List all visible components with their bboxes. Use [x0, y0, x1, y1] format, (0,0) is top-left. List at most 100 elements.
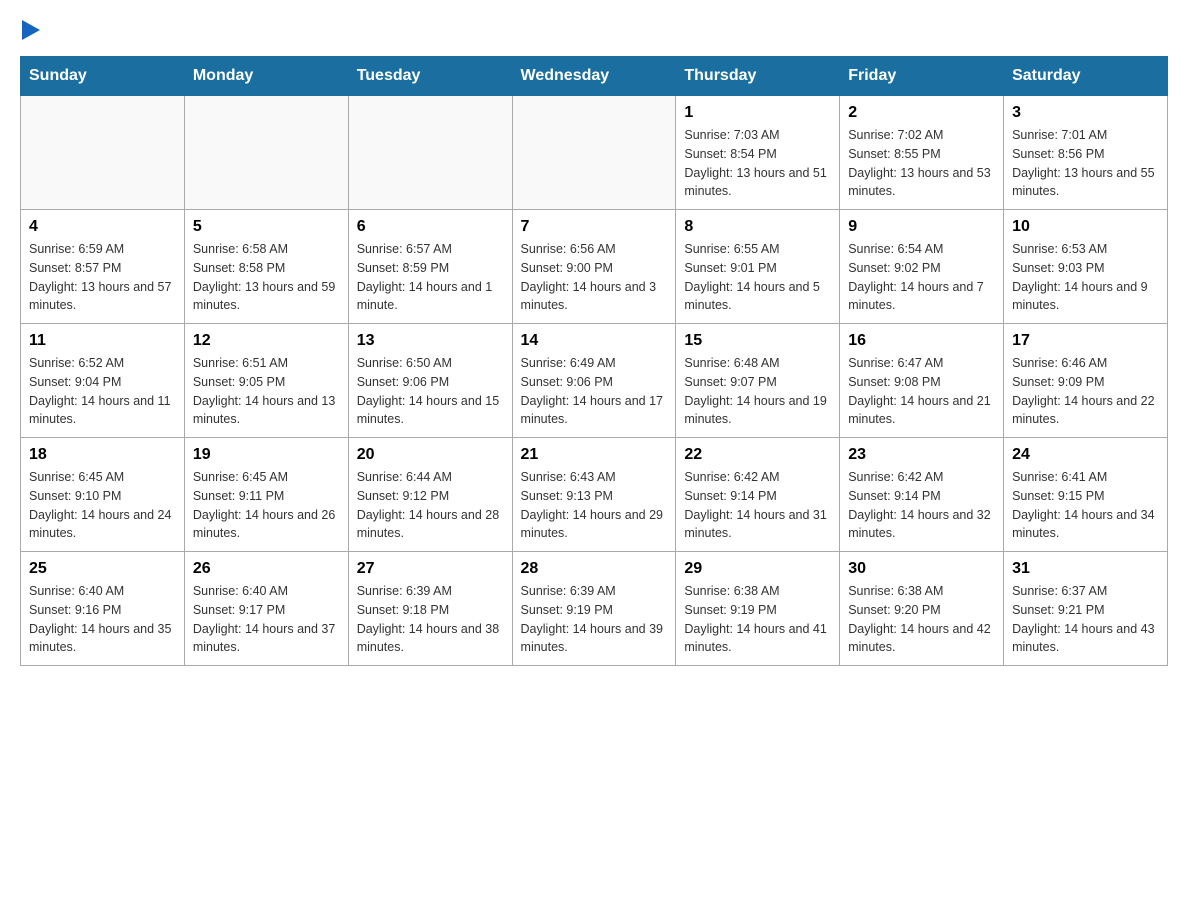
day-number: 9 — [848, 218, 995, 236]
calendar-day-cell: 3 Sunrise: 7:01 AM Sunset: 8:56 PM Daylig… — [1004, 96, 1168, 210]
day-number: 12 — [193, 332, 340, 350]
day-info: Sunrise: 6:48 AM Sunset: 9:07 PM Dayligh… — [684, 354, 831, 429]
day-number: 6 — [357, 218, 504, 236]
day-number: 22 — [684, 446, 831, 464]
day-number: 26 — [193, 560, 340, 578]
day-info: Sunrise: 6:38 AM Sunset: 9:20 PM Dayligh… — [848, 582, 995, 657]
calendar-day-cell: 30 Sunrise: 6:38 AM Sunset: 9:20 PM Dayli… — [840, 552, 1004, 666]
day-number: 3 — [1012, 104, 1159, 122]
calendar-week-row: 18 Sunrise: 6:45 AM Sunset: 9:10 PM Dayli… — [21, 438, 1168, 552]
calendar-day-cell: 29 Sunrise: 6:38 AM Sunset: 9:19 PM Dayli… — [676, 552, 840, 666]
day-info: Sunrise: 6:40 AM Sunset: 9:17 PM Dayligh… — [193, 582, 340, 657]
day-info: Sunrise: 7:01 AM Sunset: 8:56 PM Dayligh… — [1012, 126, 1159, 201]
day-info: Sunrise: 6:42 AM Sunset: 9:14 PM Dayligh… — [684, 468, 831, 543]
day-number: 4 — [29, 218, 176, 236]
calendar-week-row: 11 Sunrise: 6:52 AM Sunset: 9:04 PM Dayli… — [21, 324, 1168, 438]
weekday-header-saturday: Saturday — [1004, 57, 1168, 96]
day-info: Sunrise: 6:58 AM Sunset: 8:58 PM Dayligh… — [193, 240, 340, 315]
calendar-week-row: 1 Sunrise: 7:03 AM Sunset: 8:54 PM Daylig… — [21, 96, 1168, 210]
calendar-body: 1 Sunrise: 7:03 AM Sunset: 8:54 PM Daylig… — [21, 96, 1168, 666]
calendar-day-cell: 14Sunrise: 6:49 AM Sunset: 9:06 PM Dayli… — [512, 324, 676, 438]
calendar-day-cell: 7Sunrise: 6:56 AM Sunset: 9:00 PM Daylig… — [512, 210, 676, 324]
day-info: Sunrise: 6:45 AM Sunset: 9:10 PM Dayligh… — [29, 468, 176, 543]
day-number: 2 — [848, 104, 995, 122]
day-number: 27 — [357, 560, 504, 578]
day-info: Sunrise: 6:51 AM Sunset: 9:05 PM Dayligh… — [193, 354, 340, 429]
day-info: Sunrise: 6:43 AM Sunset: 9:13 PM Dayligh… — [521, 468, 668, 543]
day-number: 20 — [357, 446, 504, 464]
day-info: Sunrise: 6:45 AM Sunset: 9:11 PM Dayligh… — [193, 468, 340, 543]
day-number: 18 — [29, 446, 176, 464]
calendar-day-cell: 1 Sunrise: 7:03 AM Sunset: 8:54 PM Daylig… — [676, 96, 840, 210]
day-number: 15 — [684, 332, 831, 350]
calendar-day-cell: 19 Sunrise: 6:45 AM Sunset: 9:11 PM Dayli… — [184, 438, 348, 552]
calendar-day-cell: 17 Sunrise: 6:46 AM Sunset: 9:09 PM Dayli… — [1004, 324, 1168, 438]
calendar-day-cell: 20 Sunrise: 6:44 AM Sunset: 9:12 PM Dayli… — [348, 438, 512, 552]
calendar-day-cell: 9 Sunrise: 6:54 AM Sunset: 9:02 PM Daylig… — [840, 210, 1004, 324]
day-number: 29 — [684, 560, 831, 578]
day-number: 31 — [1012, 560, 1159, 578]
calendar-day-cell: 28Sunrise: 6:39 AM Sunset: 9:19 PM Dayli… — [512, 552, 676, 666]
calendar-day-cell — [348, 96, 512, 210]
day-number: 21 — [521, 446, 668, 464]
day-info: Sunrise: 6:39 AM Sunset: 9:18 PM Dayligh… — [357, 582, 504, 657]
calendar-day-cell: 22 Sunrise: 6:42 AM Sunset: 9:14 PM Dayli… — [676, 438, 840, 552]
day-number: 24 — [1012, 446, 1159, 464]
calendar-day-cell: 23 Sunrise: 6:42 AM Sunset: 9:14 PM Dayli… — [840, 438, 1004, 552]
day-info: Sunrise: 6:55 AM Sunset: 9:01 PM Dayligh… — [684, 240, 831, 315]
day-info: Sunrise: 6:42 AM Sunset: 9:14 PM Dayligh… — [848, 468, 995, 543]
calendar-day-cell: 6 Sunrise: 6:57 AM Sunset: 8:59 PM Daylig… — [348, 210, 512, 324]
day-number: 28 — [521, 560, 668, 578]
calendar-week-row: 25Sunrise: 6:40 AM Sunset: 9:16 PM Dayli… — [21, 552, 1168, 666]
calendar-day-cell: 15 Sunrise: 6:48 AM Sunset: 9:07 PM Dayli… — [676, 324, 840, 438]
day-number: 14 — [521, 332, 668, 350]
calendar-day-cell: 24 Sunrise: 6:41 AM Sunset: 9:15 PM Dayli… — [1004, 438, 1168, 552]
calendar-day-cell: 2 Sunrise: 7:02 AM Sunset: 8:55 PM Daylig… — [840, 96, 1004, 210]
day-info: Sunrise: 6:53 AM Sunset: 9:03 PM Dayligh… — [1012, 240, 1159, 315]
calendar-day-cell — [512, 96, 676, 210]
logo — [20, 20, 40, 36]
weekday-header-row: SundayMondayTuesdayWednesdayThursdayFrid… — [21, 57, 1168, 96]
day-info: Sunrise: 7:02 AM Sunset: 8:55 PM Dayligh… — [848, 126, 995, 201]
day-info: Sunrise: 6:46 AM Sunset: 9:09 PM Dayligh… — [1012, 354, 1159, 429]
day-info: Sunrise: 6:47 AM Sunset: 9:08 PM Dayligh… — [848, 354, 995, 429]
day-number: 30 — [848, 560, 995, 578]
day-info: Sunrise: 6:52 AM Sunset: 9:04 PM Dayligh… — [29, 354, 176, 429]
calendar-week-row: 4Sunrise: 6:59 AM Sunset: 8:57 PM Daylig… — [21, 210, 1168, 324]
calendar-day-cell: 13 Sunrise: 6:50 AM Sunset: 9:06 PM Dayli… — [348, 324, 512, 438]
weekday-header-thursday: Thursday — [676, 57, 840, 96]
logo-arrow-icon — [22, 20, 40, 40]
day-info: Sunrise: 6:56 AM Sunset: 9:00 PM Dayligh… — [521, 240, 668, 315]
day-number: 23 — [848, 446, 995, 464]
weekday-header-friday: Friday — [840, 57, 1004, 96]
day-info: Sunrise: 6:38 AM Sunset: 9:19 PM Dayligh… — [684, 582, 831, 657]
day-info: Sunrise: 6:54 AM Sunset: 9:02 PM Dayligh… — [848, 240, 995, 315]
day-number: 11 — [29, 332, 176, 350]
calendar-day-cell: 16 Sunrise: 6:47 AM Sunset: 9:08 PM Dayli… — [840, 324, 1004, 438]
day-info: Sunrise: 7:03 AM Sunset: 8:54 PM Dayligh… — [684, 126, 831, 201]
day-number: 8 — [684, 218, 831, 236]
day-info: Sunrise: 6:41 AM Sunset: 9:15 PM Dayligh… — [1012, 468, 1159, 543]
calendar-day-cell — [184, 96, 348, 210]
day-number: 16 — [848, 332, 995, 350]
weekday-header-sunday: Sunday — [21, 57, 185, 96]
weekday-header-monday: Monday — [184, 57, 348, 96]
calendar-day-cell — [21, 96, 185, 210]
calendar-day-cell: 21 Sunrise: 6:43 AM Sunset: 9:13 PM Dayli… — [512, 438, 676, 552]
day-info: Sunrise: 6:57 AM Sunset: 8:59 PM Dayligh… — [357, 240, 504, 315]
weekday-header-wednesday: Wednesday — [512, 57, 676, 96]
day-number: 5 — [193, 218, 340, 236]
calendar-day-cell: 31Sunrise: 6:37 AM Sunset: 9:21 PM Dayli… — [1004, 552, 1168, 666]
calendar-header: SundayMondayTuesdayWednesdayThursdayFrid… — [21, 57, 1168, 96]
day-number: 1 — [684, 104, 831, 122]
calendar-day-cell: 18 Sunrise: 6:45 AM Sunset: 9:10 PM Dayli… — [21, 438, 185, 552]
calendar-day-cell: 12 Sunrise: 6:51 AM Sunset: 9:05 PM Dayli… — [184, 324, 348, 438]
day-number: 17 — [1012, 332, 1159, 350]
calendar-day-cell: 8 Sunrise: 6:55 AM Sunset: 9:01 PM Daylig… — [676, 210, 840, 324]
day-info: Sunrise: 6:44 AM Sunset: 9:12 PM Dayligh… — [357, 468, 504, 543]
day-number: 13 — [357, 332, 504, 350]
calendar-day-cell: 11 Sunrise: 6:52 AM Sunset: 9:04 PM Dayli… — [21, 324, 185, 438]
day-number: 19 — [193, 446, 340, 464]
day-info: Sunrise: 6:50 AM Sunset: 9:06 PM Dayligh… — [357, 354, 504, 429]
day-info: Sunrise: 6:40 AM Sunset: 9:16 PM Dayligh… — [29, 582, 176, 657]
